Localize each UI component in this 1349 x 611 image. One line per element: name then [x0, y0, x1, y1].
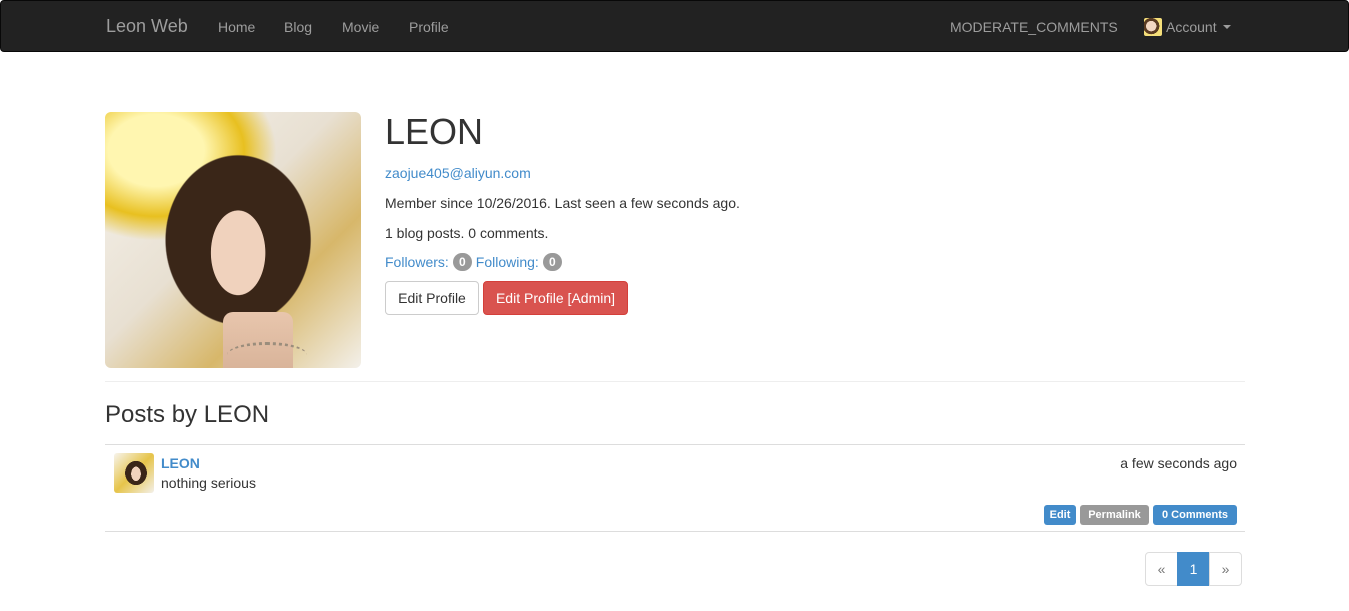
profile-name: LEON: [385, 111, 484, 152]
followers-count-badge: 0: [452, 253, 472, 271]
divider: [105, 531, 1245, 532]
nav-movie[interactable]: Movie: [342, 18, 379, 36]
pagination: « 1 »: [1145, 552, 1242, 586]
navbar: Leon Web Home Blog Movie Profile MODERAT…: [0, 0, 1349, 52]
post-author-link[interactable]: LEON: [161, 455, 200, 471]
profile-stats-text: 1 blog posts. 0 comments.: [385, 225, 549, 241]
post-comments-button[interactable]: 0 Comments: [1153, 505, 1237, 525]
avatar: [1144, 18, 1162, 36]
edit-profile-admin-button[interactable]: Edit Profile [Admin]: [483, 281, 628, 315]
posts-heading: Posts by LEON: [105, 401, 270, 428]
account-dropdown[interactable]: Account: [1144, 18, 1231, 36]
divider: [105, 381, 1245, 382]
post-edit-button[interactable]: Edit: [1044, 505, 1076, 525]
following-count-badge: 0: [542, 253, 562, 271]
nav-home[interactable]: Home: [218, 18, 255, 36]
photo-necklace: [227, 342, 307, 368]
pagination-next[interactable]: »: [1209, 552, 1242, 586]
post-body-text: nothing serious: [161, 475, 256, 491]
pagination-page-1[interactable]: 1: [1177, 552, 1210, 586]
nav-blog[interactable]: Blog: [284, 18, 312, 36]
nav-profile[interactable]: Profile: [409, 18, 449, 36]
followers-link[interactable]: Followers:: [385, 253, 449, 271]
nav-moderate-comments[interactable]: MODERATE_COMMENTS: [950, 18, 1118, 36]
post-date: a few seconds ago: [1120, 455, 1237, 471]
divider: [105, 444, 1245, 445]
following-link[interactable]: Following:: [476, 253, 539, 271]
member-since-text: Member since 10/26/2016. Last seen a few…: [385, 195, 740, 211]
post-permalink-button[interactable]: Permalink: [1080, 505, 1149, 525]
profile-email-link[interactable]: zaojue405@aliyun.com: [385, 164, 531, 182]
account-label: Account: [1166, 19, 1217, 35]
edit-profile-button[interactable]: Edit Profile: [385, 281, 479, 315]
post-author-avatar[interactable]: [114, 453, 154, 493]
pagination-prev[interactable]: «: [1145, 552, 1178, 586]
brand-link[interactable]: Leon Web: [106, 16, 188, 36]
profile-avatar: [105, 112, 361, 368]
follow-info: Followers: 0 Following: 0: [385, 253, 566, 271]
caret-down-icon: [1222, 25, 1231, 29]
